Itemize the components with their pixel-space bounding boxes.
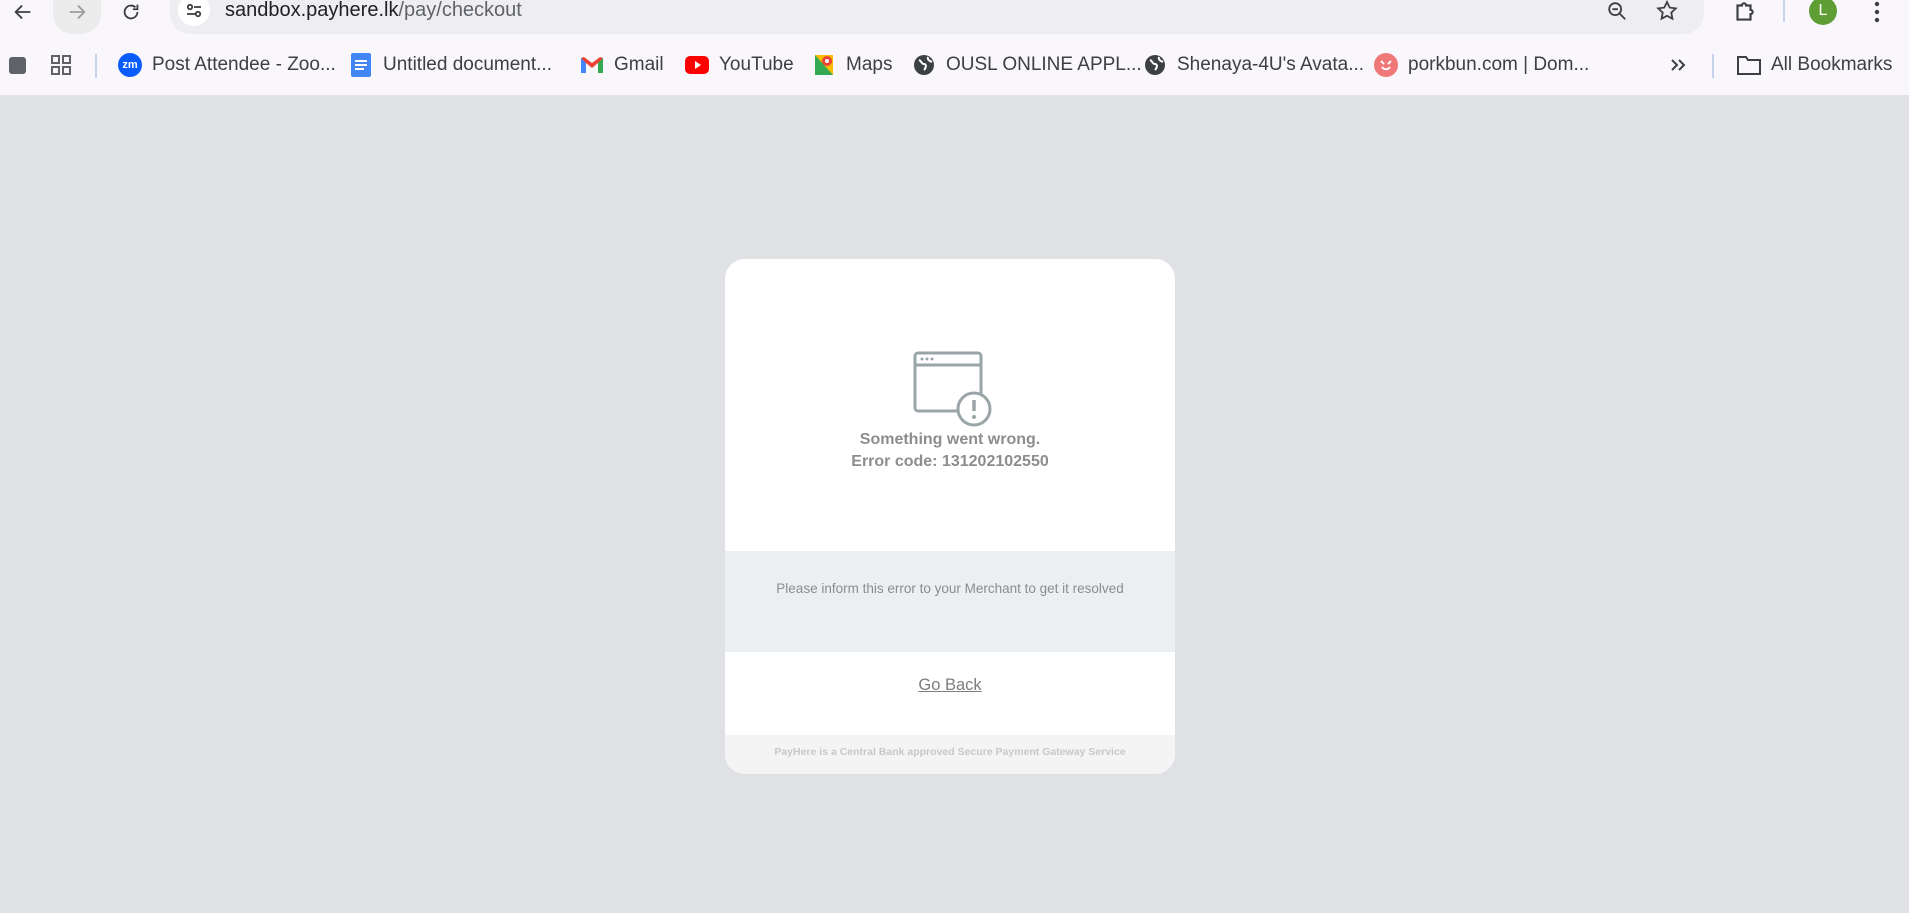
arrow-left-icon bbox=[14, 4, 31, 20]
bookmark-label: Gmail bbox=[614, 54, 664, 75]
double-chevron-right-icon bbox=[1666, 53, 1690, 77]
more-bookmarks-button[interactable] bbox=[1666, 50, 1690, 80]
bookmark-label: Maps bbox=[846, 54, 893, 75]
url-text[interactable]: sandbox.payhere.lk/pay/checkout bbox=[225, 0, 522, 22]
bookmarks-divider bbox=[95, 54, 97, 78]
bookmark-label: porkbun.com | Dom... bbox=[1408, 54, 1590, 75]
bookmark-item-gmail[interactable]: Gmail bbox=[580, 50, 664, 80]
payhere-footer: PayHere is a Central Bank approved Secur… bbox=[725, 735, 1175, 774]
error-code: Error code: 131202102550 bbox=[851, 453, 1049, 470]
gmail-icon bbox=[580, 53, 604, 77]
site-info-button[interactable] bbox=[178, 0, 210, 26]
folder-icon bbox=[1737, 53, 1761, 77]
bookmark-item-zoom[interactable]: zm Post Attendee - Zoo... bbox=[118, 50, 336, 80]
footer-text: PayHere is a Central Bank approved Secur… bbox=[774, 746, 1126, 758]
browser-toolbar: sandbox.payhere.lk/pay/checkout L bbox=[0, 0, 1909, 34]
porkbun-icon bbox=[1374, 53, 1398, 77]
bookmark-label: YouTube bbox=[719, 54, 794, 75]
profile-initial: L bbox=[1818, 2, 1828, 19]
profile-avatar[interactable]: L bbox=[1809, 0, 1837, 25]
google-maps-icon bbox=[812, 53, 836, 77]
bookmark-item-ousl[interactable]: OUSL ONLINE APPL... bbox=[912, 50, 1142, 80]
bookmark-app-square[interactable] bbox=[5, 50, 29, 80]
apps-grid-icon bbox=[49, 53, 73, 77]
all-bookmarks-label: All Bookmarks bbox=[1771, 54, 1893, 75]
back-button[interactable] bbox=[6, 0, 40, 24]
star-icon bbox=[1656, 0, 1678, 21]
toolbar-divider bbox=[1783, 0, 1785, 22]
browser-menu-button[interactable] bbox=[1862, 0, 1892, 26]
bookmarks-bar: zm Post Attendee - Zoo... Untitled docum… bbox=[0, 34, 1909, 96]
globe-icon bbox=[912, 53, 936, 77]
error-card: Something went wrong. Error code: 131202… bbox=[725, 259, 1175, 774]
more-vert-icon bbox=[1874, 1, 1880, 23]
forward-button[interactable] bbox=[53, 0, 101, 34]
apps-button[interactable] bbox=[49, 50, 73, 80]
zoom-out-icon bbox=[1608, 2, 1626, 20]
google-docs-icon bbox=[349, 53, 373, 77]
bookmark-item-porkbun[interactable]: porkbun.com | Dom... bbox=[1374, 50, 1589, 80]
bookmark-label: Post Attendee - Zoo... bbox=[152, 54, 336, 75]
bookmark-label: OUSL ONLINE APPL... bbox=[946, 54, 1142, 75]
error-info-panel: Please inform this error to your Merchan… bbox=[725, 551, 1175, 652]
all-bookmarks-button[interactable]: All Bookmarks bbox=[1737, 50, 1892, 80]
url-path: /pay/checkout bbox=[398, 0, 522, 21]
address-bar[interactable]: sandbox.payhere.lk/pay/checkout bbox=[170, 0, 1704, 34]
zoom-icon: zm bbox=[118, 53, 142, 77]
bookmarks-divider bbox=[1712, 54, 1714, 78]
bookmark-item-maps[interactable]: Maps bbox=[812, 50, 892, 80]
puzzle-icon bbox=[1736, 2, 1754, 21]
error-card-header: Something went wrong. Error code: 131202… bbox=[725, 259, 1175, 551]
reload-button[interactable] bbox=[114, 0, 148, 24]
bookmark-item-shenaya[interactable]: Shenaya-4U's Avata... bbox=[1143, 50, 1364, 80]
app-square-icon bbox=[5, 53, 29, 77]
zoom-out-button[interactable] bbox=[1604, 0, 1630, 24]
error-title: Something went wrong. bbox=[859, 431, 1041, 448]
go-back-link[interactable]: Go Back bbox=[725, 676, 1175, 695]
bookmark-label: Shenaya-4U's Avata... bbox=[1177, 54, 1365, 75]
globe-icon bbox=[1143, 53, 1167, 77]
error-actions: Go Back bbox=[725, 652, 1175, 735]
url-host: sandbox.payhere.lk bbox=[225, 0, 399, 21]
youtube-icon bbox=[685, 53, 709, 77]
browser-window-error-icon bbox=[913, 351, 992, 427]
bookmark-item-untitled-document[interactable]: Untitled document... bbox=[349, 50, 552, 80]
bookmark-item-youtube[interactable]: YouTube bbox=[685, 50, 794, 80]
extensions-button[interactable] bbox=[1729, 0, 1759, 26]
reload-icon bbox=[123, 4, 139, 20]
arrow-right-icon bbox=[69, 4, 86, 20]
bookmark-star-button[interactable] bbox=[1654, 0, 1680, 24]
error-info-message: Please inform this error to your Merchan… bbox=[776, 581, 1124, 596]
bookmark-label: Untitled document... bbox=[383, 54, 552, 75]
tune-icon bbox=[186, 3, 202, 18]
